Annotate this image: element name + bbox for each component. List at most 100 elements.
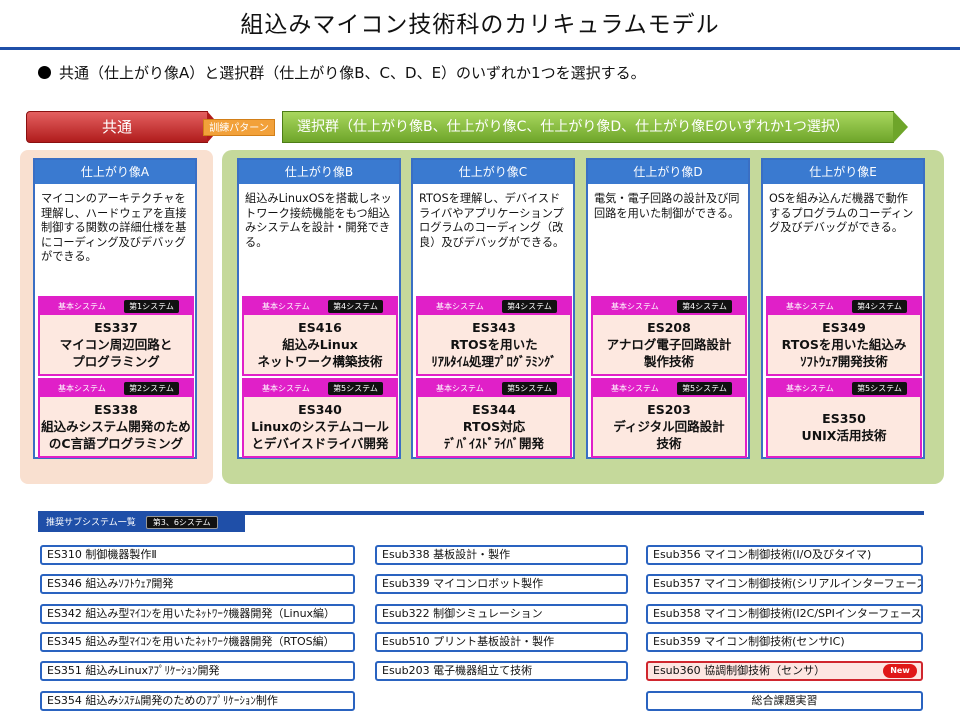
image-column: 仕上がり像E OSを組み込んだ機器で動作するプログラムのコーディング及びデバッグが… (761, 158, 925, 459)
course-title: ES349 RTOSを用いた組込み ｿﾌﾄｳｪｱ開発技術 (768, 315, 920, 374)
system-number-tag: 第1システム (124, 300, 179, 313)
basic-system-tag: 基本システム (58, 302, 106, 311)
title-bar: 組込みマイコン技術科のカリキュラムモデル (0, 0, 960, 50)
basic-system-tag: 基本システム (611, 384, 659, 393)
course-line: ES349 (822, 320, 866, 335)
basic-system-tag: 基本システム (262, 302, 310, 311)
course-line: ES203 (647, 402, 691, 417)
course-line: アナログ電子回路設計 (606, 337, 732, 352)
course-line: とデバイスドライバ開発 (251, 436, 389, 451)
common-arrow: 共通 (26, 111, 221, 143)
image-description: 組込みLinuxOSを搭載しネットワーク接続機能をもつ組込みシステムを設計・開発… (245, 192, 392, 249)
course-line: UNIX活用技術 (801, 427, 887, 443)
page-title: 組込みマイコン技術科のカリキュラムモデル (240, 12, 720, 38)
course-title: ES208 アナログ電子回路設計 製作技術 (593, 315, 745, 374)
subsystem-item: Esub322 制御シミュレーション (375, 604, 628, 624)
course-card: 基本システム 第4システム ES343 RTOSを用いた ﾘｱﾙﾀｲﾑ処理ﾌﾟﾛｸﾞﾗﾐ… (416, 296, 572, 376)
image-header: 仕上がり像B (239, 160, 399, 184)
course-tags: 基本システム 第4システム (593, 298, 745, 315)
course-line: Linuxのシステムコール (251, 419, 389, 434)
system-number-tag: 第4システム (677, 300, 732, 313)
image-header: 仕上がり像A (35, 160, 195, 184)
subsystem-label: ES351 組込みLinuxｱﾌﾟﾘｹｰｼｮﾝ開発 (47, 664, 220, 677)
course-line: ｿﾌﾄｳｪｱ開発技術 (800, 354, 888, 369)
course-tags: 基本システム 第4システム (418, 298, 570, 315)
subsystem-label: Esub322 制御シミュレーション (382, 607, 543, 620)
subsystem-item: ES310 制御機器製作Ⅱ (40, 545, 355, 565)
recommended-tab: 推奨サブシステム一覧 第3、6システム (38, 515, 245, 532)
system-number-tag: 第5システム (677, 382, 732, 395)
subsystem-item: 総合課題実習 (646, 691, 923, 711)
subsystem-item: Esub359 マイコン制御技術(センサIC) (646, 632, 923, 652)
basic-system-tag: 基本システム (786, 302, 834, 311)
course-tags: 基本システム 第5システム (768, 380, 920, 397)
system-number-tag: 第4システム (328, 300, 383, 313)
course-title: ES350 UNIX活用技術 (768, 397, 920, 456)
subsystem-item: Esub357 マイコン制御技術(シリアルインターフェース) (646, 574, 923, 594)
course-card: 基本システム 第4システム ES349 RTOSを用いた組込み ｿﾌﾄｳｪｱ開発技術 (766, 296, 922, 376)
course-card: 基本システム 第4システム ES208 アナログ電子回路設計 製作技術 (591, 296, 747, 376)
subsystem-label: Esub203 電子機器組立て技術 (382, 664, 533, 677)
course-line: ﾘｱﾙﾀｲﾑ処理ﾌﾟﾛｸﾞﾗﾐﾝｸﾞ (431, 354, 557, 369)
course-tags: 基本システム 第5システム (418, 380, 570, 397)
subsystem-item: Esub338 基板設計・製作 (375, 545, 628, 565)
course-line: のC言語プログラミング (48, 436, 184, 451)
course-line: マイコン周辺回路と (59, 337, 173, 352)
subsystem-label: ES354 組込みｼｽﾃﾑ開発のためのｱﾌﾟﾘｹｰｼｮﾝ制作 (47, 694, 278, 707)
subsystem-label: ES345 組込み型ﾏｲｺﾝを用いたﾈｯﾄﾜｰｸ機器開発（RTOS編） (47, 635, 335, 648)
course-tags: 基本システム 第4システム (244, 298, 396, 315)
image-description: マイコンのアーキテクチャを理解し、ハードウェアを直接制御する関数の詳細仕様を基に… (41, 192, 187, 263)
course-tags: 基本システム 第5システム (244, 380, 396, 397)
course-tags: 基本システム 第2システム (40, 380, 192, 397)
subsystem-label: Esub357 マイコン制御技術(シリアルインターフェース) (653, 577, 923, 590)
subsystem-item: Esub356 マイコン制御技術(I/O及びタイマ) (646, 545, 923, 565)
subtitle-text: 共通（仕上がり像A）と選択群（仕上がり像B、C、D、E）のいずれか1つを選択する… (59, 64, 646, 82)
course-line: ES208 (647, 320, 691, 335)
course-card: 基本システム 第4システム ES416 組込みLinux ネットワーク構築技術 (242, 296, 398, 376)
subsystem-label: Esub510 プリント基板設計・製作 (382, 635, 555, 648)
image-description: 電気・電子回路の設計及び同回路を用いた制御ができる。 (594, 192, 740, 220)
course-line: ディジタル回路設計 (613, 419, 725, 434)
subsystem-item: ES345 組込み型ﾏｲｺﾝを用いたﾈｯﾄﾜｰｸ機器開発（RTOS編） (40, 632, 355, 652)
course-line: ES343 (472, 320, 516, 335)
subsystem-item: ES342 組込み型ﾏｲｺﾝを用いたﾈｯﾄﾜｰｸ機器開発（Linux編） (40, 604, 355, 624)
course-line: ES338 (94, 402, 138, 417)
training-pattern-label: 訓練パターン (203, 119, 275, 136)
image-description: RTOSを理解し、デバイスドライバやアプリケーションプログラムのコーディング（改… (419, 192, 565, 249)
subsystem-label: Esub339 マイコンロボット製作 (382, 577, 544, 590)
select-group-arrow: 選択群（仕上がり像B、仕上がり像C、仕上がり像D、仕上がり像Eのいずれか1つ選択… (282, 111, 908, 143)
image-header: 仕上がり像D (588, 160, 748, 184)
system-number-tag: 第4システム (502, 300, 557, 313)
course-line: ES416 (298, 320, 342, 335)
course-tags: 基本システム 第4システム (768, 298, 920, 315)
course-line: 組込みLinux (282, 337, 358, 352)
course-line: RTOSを用いた組込み (781, 337, 907, 352)
subsystem-label: Esub356 マイコン制御技術(I/O及びタイマ) (653, 548, 872, 561)
course-card: 基本システム 第1システム ES337 マイコン周辺回路と プログラミング (38, 296, 194, 376)
image-column: 仕上がり像A マイコンのアーキテクチャを理解し、ハードウェアを直接制御する関数の詳… (33, 158, 197, 459)
image-header: 仕上がり像E (763, 160, 923, 184)
image-header: 仕上がり像C (413, 160, 573, 184)
course-card: 基本システム 第5システム ES344 RTOS対応 ﾃﾞﾊﾞｲｽﾄﾞﾗｲﾊﾞ開発 (416, 378, 572, 458)
system-number-tag: 第5システム (852, 382, 907, 395)
subsystem-label: Esub359 マイコン制御技術(センサIC) (653, 635, 845, 648)
subsystem-label: ES342 組込み型ﾏｲｺﾝを用いたﾈｯﾄﾜｰｸ機器開発（Linux編） (47, 607, 336, 620)
image-column: 仕上がり像B 組込みLinuxOSを搭載しネットワーク接続機能をもつ組込みシステム… (237, 158, 401, 459)
course-tags: 基本システム 第1システム (40, 298, 192, 315)
course-line: ネットワーク構築技術 (257, 354, 383, 369)
subsystem-item: Esub339 マイコンロボット製作 (375, 574, 628, 594)
course-card: 基本システム 第5システム ES340 Linuxのシステムコール とデバイスドライバ開… (242, 378, 398, 458)
subsystem-item: ES351 組込みLinuxｱﾌﾟﾘｹｰｼｮﾝ開発 (40, 661, 355, 681)
basic-system-tag: 基本システム (436, 384, 484, 393)
course-line: プログラミング (72, 354, 160, 369)
basic-system-tag: 基本システム (262, 384, 310, 393)
recommended-title: 推奨サブシステム一覧 (46, 518, 136, 528)
basic-system-tag: 基本システム (611, 302, 659, 311)
course-card: 基本システム 第5システム ES203 ディジタル回路設計 技術 (591, 378, 747, 458)
subsystem-item: Esub510 プリント基板設計・製作 (375, 632, 628, 652)
subsystem-item: ES354 組込みｼｽﾃﾑ開発のためのｱﾌﾟﾘｹｰｼｮﾝ制作 (40, 691, 355, 711)
course-tags: 基本システム 第5システム (593, 380, 745, 397)
basic-system-tag: 基本システム (58, 384, 106, 393)
course-line: ﾃﾞﾊﾞｲｽﾄﾞﾗｲﾊﾞ開発 (443, 436, 544, 451)
course-line: 製作技術 (643, 354, 694, 369)
